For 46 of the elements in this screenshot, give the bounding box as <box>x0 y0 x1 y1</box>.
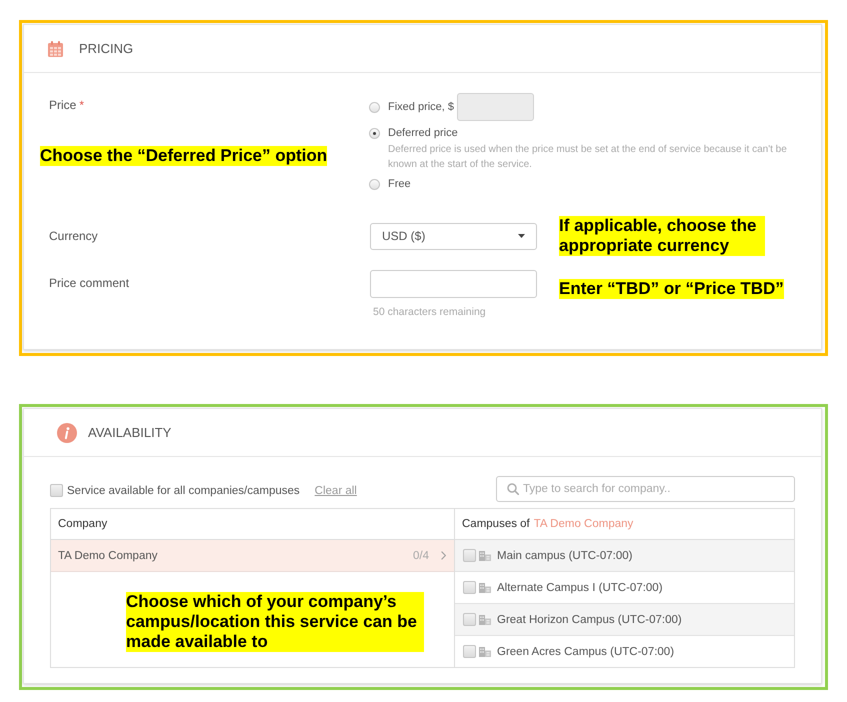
callout-note: Enter “TBD” or “Price TBD” <box>559 279 784 299</box>
building-icon <box>479 614 491 624</box>
field-label: Price <box>49 98 76 112</box>
checkbox-label: Service available for all companies/campuses <box>67 484 300 496</box>
section-title: PRICING <box>79 41 134 56</box>
character-counter: 50 characters remaining <box>373 305 487 319</box>
info-icon <box>57 422 77 442</box>
option-label: Deferred price <box>388 126 458 140</box>
field-label: Price comment <box>49 275 130 291</box>
caret-icon <box>518 234 525 238</box>
checkbox[interactable] <box>463 613 476 626</box>
radio-button[interactable] <box>369 102 380 112</box>
campus-name: Great Horizon Campus (UTC-07:00) <box>497 614 682 626</box>
company-name: TA Demo Company <box>58 550 158 562</box>
campus-count: 0/4 <box>413 550 429 562</box>
search-icon <box>507 483 519 495</box>
currency-select[interactable]: USD ($) <box>370 222 537 250</box>
radio-button[interactable] <box>369 128 380 138</box>
calendar-icon <box>48 40 63 56</box>
building-icon <box>479 646 491 656</box>
option-label: Fixed price, $ <box>388 100 454 114</box>
company-row[interactable]: TA Demo Company 0/4 <box>51 540 454 572</box>
callout-note: If applicable, choose the appropriate currency <box>559 216 765 256</box>
callout-note: Choose which of your company’s campus/location this service can be made available to <box>126 592 424 652</box>
building-icon <box>479 550 491 560</box>
checkbox[interactable] <box>463 645 476 658</box>
checkbox[interactable] <box>463 549 476 562</box>
campus-name: Alternate Campus I (UTC-07:00) <box>497 582 663 594</box>
section-title: AVAILABILITY <box>88 425 172 440</box>
field-label: Currency <box>49 229 98 243</box>
option-label: Free <box>388 177 411 191</box>
campus-name: Green Acres Campus (UTC-07:00) <box>497 646 674 658</box>
price-comment-field[interactable] <box>370 270 537 298</box>
building-icon <box>479 582 491 592</box>
checkbox[interactable] <box>463 581 476 594</box>
search-field[interactable]: Type to search for company.. <box>496 476 795 502</box>
required-mark: * <box>79 98 84 112</box>
header-company-name: TA Demo Company <box>534 518 634 530</box>
column-header: Campuses of <box>462 518 530 530</box>
column-header: Company <box>58 518 108 530</box>
option-description: Deferred price is used when the price must be set at the end of service because it can't be known at the start of the service. <box>388 143 788 172</box>
checkbox[interactable] <box>50 484 63 497</box>
campus-name: Main campus (UTC-07:00) <box>497 550 632 562</box>
radio-button[interactable] <box>369 178 380 190</box>
chevron-icon <box>441 551 446 560</box>
callout-note: Choose the “Deferred Price” option <box>40 146 328 166</box>
